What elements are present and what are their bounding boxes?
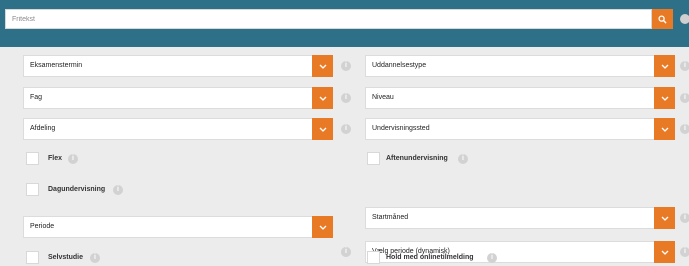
info-icon[interactable]	[680, 14, 689, 24]
selvstudie-label: Selvstudie	[48, 254, 84, 261]
periode-select[interactable]: Periode	[23, 216, 333, 238]
chevron-down-icon[interactable]	[312, 216, 333, 238]
uddannelsestype-label: Uddannelsestype	[372, 62, 427, 69]
periode-label: Periode	[30, 223, 55, 230]
info-icon[interactable]: i	[90, 253, 100, 263]
info-icon[interactable]: i	[680, 124, 689, 134]
info-icon[interactable]: i	[68, 154, 78, 164]
chevron-down-icon[interactable]	[312, 118, 333, 140]
info-icon[interactable]: i	[680, 247, 689, 257]
undervisningssted-label: Undervisningssted	[372, 125, 430, 132]
aftenundervisning-label: Aftenundervisning	[386, 155, 448, 162]
info-icon[interactable]: i	[341, 247, 351, 257]
info-icon[interactable]: i	[680, 93, 689, 103]
hold-med-onlinetilmelding-checkbox[interactable]	[367, 251, 380, 264]
chevron-down-icon[interactable]	[654, 87, 675, 109]
uddannelsestype-select[interactable]: Uddannelsestype	[365, 55, 675, 77]
search-icon	[658, 14, 667, 24]
niveau-label: Niveau	[372, 94, 394, 101]
fag-select[interactable]: Fag	[23, 87, 333, 109]
hold-med-onlinetilmelding-label: Hold med onlinetilmelding	[386, 254, 474, 261]
chevron-down-icon[interactable]	[654, 241, 675, 263]
startmaaned-label: Startmåned	[372, 214, 409, 221]
chevron-down-icon[interactable]	[312, 87, 333, 109]
dagundervisning-checkbox[interactable]	[26, 183, 39, 196]
info-icon[interactable]: i	[458, 154, 468, 164]
startmaaned-select[interactable]: Startmåned	[365, 207, 675, 229]
chevron-down-icon[interactable]	[654, 207, 675, 229]
undervisningssted-select[interactable]: Undervisningssted	[365, 118, 675, 140]
dagundervisning-label: Dagundervisning	[48, 186, 106, 193]
aftenundervisning-checkbox[interactable]	[367, 152, 380, 165]
search-button[interactable]	[652, 9, 673, 29]
niveau-select[interactable]: Niveau	[365, 87, 675, 109]
info-icon[interactable]: i	[341, 124, 351, 134]
eksamenstermin-select[interactable]: Eksamenstermin	[23, 55, 333, 77]
chevron-down-icon[interactable]	[312, 55, 333, 77]
info-icon[interactable]: i	[113, 185, 123, 195]
afdeling-label: Afdeling	[30, 125, 56, 132]
info-icon[interactable]: i	[680, 213, 689, 223]
info-icon[interactable]: i	[341, 93, 351, 103]
info-icon[interactable]: i	[341, 61, 351, 71]
flex-label: Flex	[48, 155, 63, 162]
chevron-down-icon[interactable]	[654, 55, 675, 77]
fag-label: Fag	[30, 94, 43, 101]
flex-checkbox[interactable]	[26, 152, 39, 165]
selvstudie-checkbox-visible[interactable]	[26, 251, 39, 264]
eksamenstermin-label: Eksamenstermin	[30, 62, 83, 69]
info-icon[interactable]: i	[680, 61, 689, 71]
afdeling-select[interactable]: Afdeling	[23, 118, 333, 140]
search-input[interactable]	[5, 9, 652, 29]
info-icon[interactable]: i	[487, 253, 497, 263]
chevron-down-icon[interactable]	[654, 118, 675, 140]
